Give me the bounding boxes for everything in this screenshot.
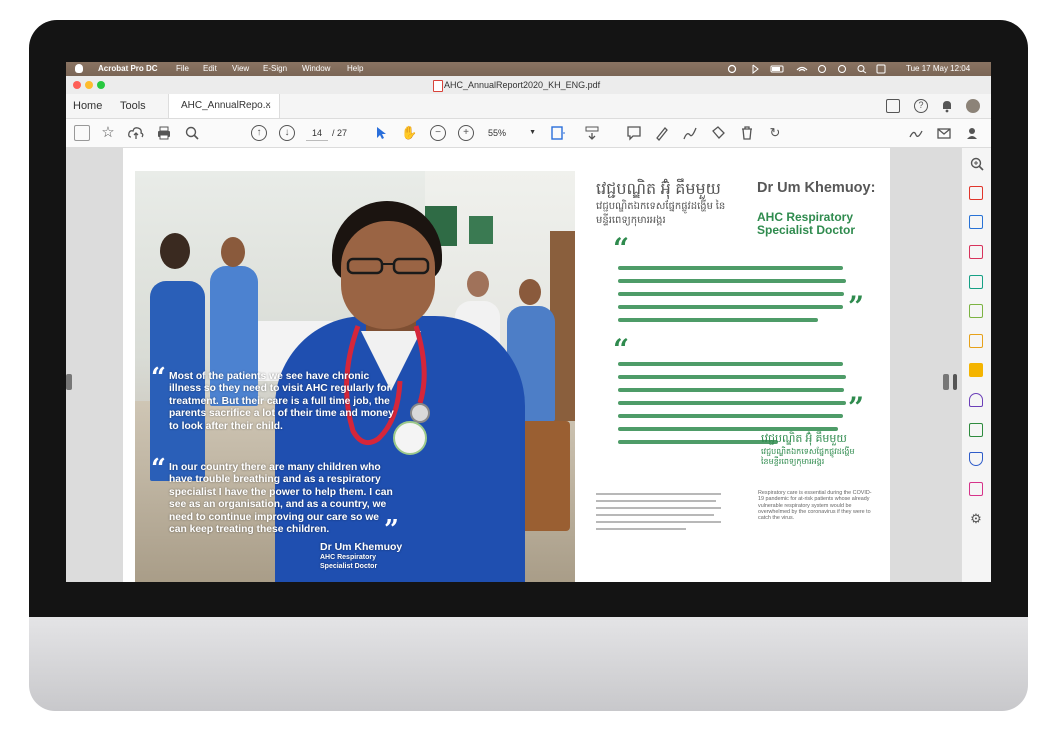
zoom-search-icon[interactable] — [184, 125, 200, 141]
zoom-in-icon[interactable]: + — [458, 125, 474, 141]
page-down-icon[interactable]: ↓ — [279, 125, 295, 141]
screen: Acrobat Pro DC File Edit View E-Sign Win… — [66, 62, 991, 582]
print-icon[interactable] — [156, 125, 172, 141]
notifications-bell-icon[interactable] — [940, 99, 954, 113]
menu-file[interactable]: File — [176, 62, 189, 76]
print-production-icon[interactable] — [969, 423, 983, 437]
tab-bar: Home Tools AHC_AnnualRepo... × ? — [66, 94, 991, 119]
comment-icon[interactable] — [626, 125, 642, 141]
comment-tool-icon[interactable] — [969, 334, 983, 348]
khmer-signature-role: វេជ្ជបណ្ឌិតឯកទេសផ្នែកផ្លូវដង្ហើម នៃមន្ទី… — [761, 447, 855, 466]
pdf-page-spread: “ Most of the patients we see have chron… — [123, 148, 890, 582]
tab-document[interactable]: AHC_AnnualRepo... × — [168, 94, 280, 118]
highlight-pen-icon[interactable] — [654, 125, 670, 141]
page-total: / 27 — [332, 128, 348, 138]
khmer-name-heading: វេជ្ជបណ្ឌិត អ៊ុំ គឹមមួយ — [596, 181, 721, 198]
help-icon[interactable]: ? — [914, 99, 928, 113]
tab-home[interactable]: Home — [73, 94, 102, 118]
menu-edit[interactable]: Edit — [203, 62, 217, 76]
share-screen-icon[interactable] — [886, 99, 900, 113]
pull-quote-1: Most of the patients we see have chronic… — [169, 371, 394, 432]
page-up-icon[interactable]: ↑ — [251, 125, 267, 141]
khmer-quote-close-1: ” — [848, 290, 865, 323]
zoom-out-icon[interactable]: − — [430, 125, 446, 141]
sticky-note-icon[interactable] — [969, 363, 983, 377]
select-cursor-icon[interactable] — [373, 125, 389, 141]
pdf-standards-icon[interactable] — [969, 482, 983, 496]
pull-quote-2: In our country there are many children w… — [169, 462, 393, 536]
imac-chin — [29, 617, 1028, 711]
quote-signature-name: Dr Um Khemuoy — [320, 541, 403, 553]
organize-pages-icon[interactable] — [969, 245, 983, 259]
close-quote-mark: ” — [384, 515, 399, 545]
window-title: AHC_AnnualReport2020_KH_ENG.pdf — [444, 80, 601, 90]
more-tools-icon[interactable]: ⚙ — [969, 512, 983, 526]
trash-icon[interactable] — [739, 125, 755, 141]
khmer-quote-close-2: ” — [848, 391, 865, 424]
pdf-file-icon — [433, 80, 443, 92]
status-icons — [727, 64, 886, 74]
main-toolbar: ☆ ↑ ↓ 14 / 27 ✋ − + 55% ▼ ↻ — [66, 119, 991, 148]
zoom-panel-icon[interactable] — [969, 156, 985, 172]
upload-cloud-icon[interactable] — [128, 125, 144, 141]
menu-help[interactable]: Help — [347, 62, 363, 76]
zoom-value: 55% — [488, 128, 507, 138]
close-tab-icon[interactable]: × — [265, 94, 271, 118]
close-window-button[interactable] — [73, 81, 81, 89]
photo-nurse: “ Most of the patients we see have chron… — [135, 171, 575, 582]
left-panel-toggle[interactable] — [66, 374, 72, 390]
fit-page-icon[interactable] — [550, 125, 566, 141]
hand-icon[interactable]: ✋ — [401, 125, 417, 141]
draw-icon[interactable] — [682, 125, 698, 141]
email-icon[interactable] — [936, 125, 952, 141]
user-avatar[interactable] — [966, 99, 980, 113]
edit-pdf-icon[interactable] — [969, 215, 983, 229]
zoom-select[interactable]: 55% ▼ — [488, 126, 536, 140]
khmer-signature-name: វេជ្ជបណ្ឌិត អ៊ុំ គឹមមួយ — [761, 433, 847, 445]
mac-menubar: Acrobat Pro DC File Edit View E-Sign Win… — [66, 62, 991, 76]
protect-icon[interactable] — [969, 452, 983, 466]
document-viewport[interactable]: “ Most of the patients we see have chron… — [66, 148, 961, 582]
english-name-heading: Dr Um Khemuoy: — [757, 180, 876, 196]
quote-signature-role-1: AHC Respiratory — [320, 554, 377, 561]
khmer-quote-open-1: “ — [613, 232, 630, 265]
english-footnote: Respiratory care is essential during the… — [758, 490, 872, 522]
tab-document-label: AHC_AnnualRepo... — [181, 100, 272, 111]
fill-sign-icon[interactable] — [969, 393, 983, 407]
export-pdf-icon[interactable] — [969, 186, 983, 200]
window-titlebar: AHC_AnnualReport2020_KH_ENG.pdf — [66, 76, 991, 95]
right-panel-collapse-icon[interactable] — [953, 374, 957, 390]
scrollbar-thumb[interactable] — [943, 374, 949, 390]
stamp-icon[interactable] — [710, 125, 726, 141]
share-icon[interactable] — [964, 125, 980, 141]
rotate-icon[interactable]: ↻ — [767, 125, 783, 141]
menu-window[interactable]: Window — [302, 62, 330, 76]
sign-icon[interactable] — [908, 125, 924, 141]
save-icon[interactable] — [74, 125, 90, 141]
english-role-heading: AHC Respiratory Specialist Doctor — [757, 210, 856, 237]
clock[interactable]: Tue 17 May 12:04 — [906, 62, 970, 76]
open-quote-mark-1: “ — [151, 363, 166, 393]
tab-tools[interactable]: Tools — [120, 94, 146, 118]
zoom-window-button[interactable] — [97, 81, 105, 89]
menu-esign[interactable]: E-Sign — [263, 62, 287, 76]
bookmark-star-icon[interactable]: ☆ — [100, 125, 116, 141]
menu-view[interactable]: View — [232, 62, 249, 76]
minimize-window-button[interactable] — [85, 81, 93, 89]
khmer-role-subtitle: វេជ្ជបណ្ឌិតឯកទេសផ្នែកផ្លូវដង្ហើម នៃមន្ទី… — [596, 201, 726, 226]
app-menu[interactable]: Acrobat Pro DC — [98, 62, 158, 76]
page-number-input[interactable]: 14 — [306, 126, 328, 141]
create-pdf-icon[interactable] — [969, 275, 983, 289]
chevron-down-icon: ▼ — [529, 129, 536, 136]
open-quote-mark-2: “ — [151, 454, 166, 484]
quote-signature-role-2: Specialist Doctor — [320, 563, 378, 570]
apple-icon[interactable] — [75, 64, 83, 73]
khmer-quote-open-2: “ — [613, 333, 630, 366]
compress-icon[interactable] — [969, 304, 983, 318]
scroll-mode-icon[interactable] — [584, 125, 600, 141]
